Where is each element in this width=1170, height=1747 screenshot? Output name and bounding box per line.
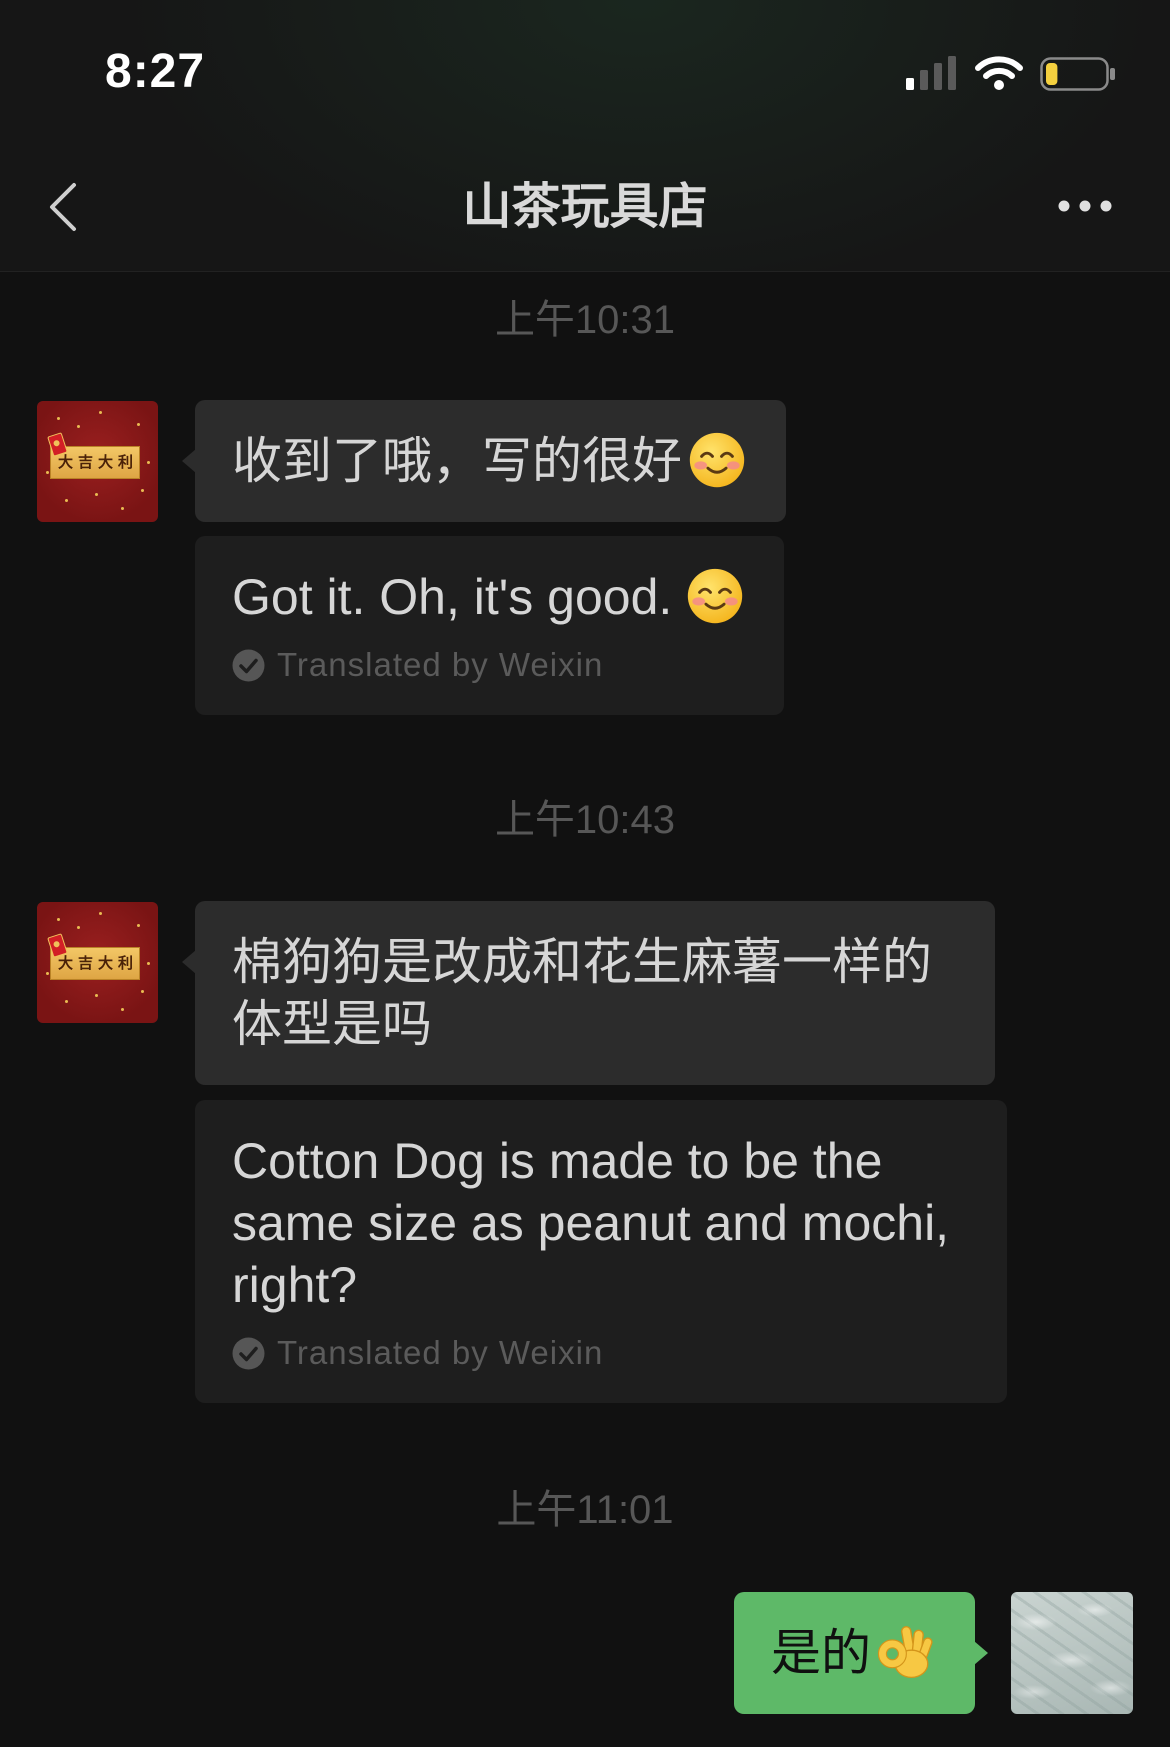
status-time: 8:27 — [105, 45, 206, 98]
signal-bar — [948, 56, 956, 90]
message-timestamp: 上午10:31 — [494, 298, 676, 342]
avatar-emblem-text: 大吉大利 — [57, 954, 138, 972]
translation-label: Translated by Weixin — [277, 1334, 604, 1371]
wifi-icon — [975, 56, 1023, 90]
incoming-message-bubble[interactable]: 棉狗狗是改成和花生麻薯一样的体型是吗 — [182, 901, 995, 1085]
incoming-message-bubble[interactable]: 收到了哦，写的很好 — [182, 400, 786, 522]
translation-text-row: Cotton Dog is made to be the same size a… — [232, 1130, 967, 1316]
message-text: 收到了哦，写的很好 — [232, 433, 682, 489]
translation-bubble[interactable]: Cotton Dog is made to be the same size a… — [195, 1100, 1007, 1403]
translation-text-row: Got it. Oh, it's good. — [232, 566, 744, 628]
smiling-face-emoji — [689, 432, 745, 488]
avatar-emblem-text: 大吉大利 — [57, 453, 138, 471]
battery-level-fill — [1046, 63, 1058, 85]
more-options-button[interactable] — [1055, 195, 1115, 217]
message-timestamp: 上午10:43 — [494, 798, 676, 842]
outgoing-message-bubble[interactable]: 是的 — [734, 1592, 988, 1714]
contact-avatar[interactable]: 大吉大利 — [37, 902, 158, 1023]
ok-hand-emoji — [877, 1626, 933, 1679]
chat-title: 山茶玩具店 — [462, 180, 708, 234]
translation-meta: Translated by Weixin — [232, 1333, 967, 1373]
message-text: 棉狗狗是改成和花生麻薯一样的体型是吗 — [232, 934, 932, 1052]
chat-header: 8:27 山茶玩具店 — [0, 0, 1170, 272]
message-text: 是的 — [771, 1625, 871, 1681]
more-dots-icon — [1058, 200, 1112, 212]
check-circle-icon — [232, 1337, 265, 1369]
battery-icon — [1040, 57, 1115, 91]
translation-bubble[interactable]: Got it. Oh, it's good. Translated by Wei… — [195, 536, 785, 715]
translation-label: Translated by Weixin — [277, 646, 604, 683]
contact-avatar[interactable]: 大吉大利 — [37, 401, 158, 522]
avatar-sparkles — [37, 902, 40, 905]
signal-bar — [934, 63, 942, 90]
smiling-face-emoji — [688, 568, 743, 624]
my-avatar[interactable] — [1011, 1592, 1133, 1714]
check-circle-icon — [232, 649, 265, 681]
signal-bar — [920, 70, 928, 90]
translation-text: Cotton Dog is made to be the same size a… — [232, 1133, 950, 1313]
translation-meta: Translated by Weixin — [232, 645, 744, 685]
avatar-sparkles — [37, 401, 40, 404]
message-timestamp: 上午11:01 — [496, 1488, 674, 1532]
translation-text: Got it. Oh, it's good. — [232, 569, 673, 625]
signal-bar — [906, 78, 914, 90]
cellular-signal-icon — [906, 56, 956, 90]
